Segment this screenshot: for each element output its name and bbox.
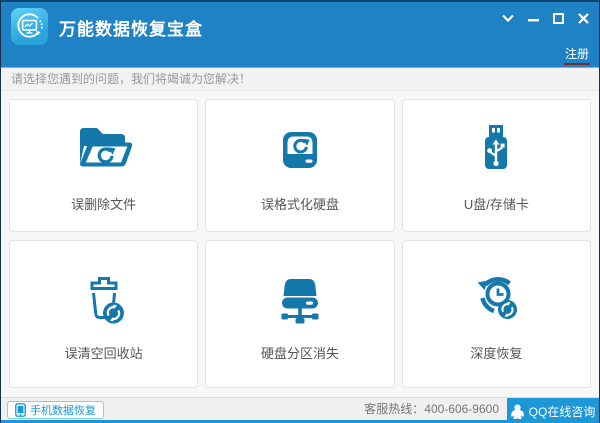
- window-controls: [500, 11, 591, 25]
- folder-recover-icon: [79, 128, 132, 167]
- notice-text: 请选择您遇到的问题，我们将竭诚为您解决！: [1, 68, 599, 91]
- footer-bar: 手机数据恢复 客服热线：400-606-9600 QQ在线咨询: [1, 397, 599, 423]
- phone-button-label: 手机数据恢复: [30, 405, 96, 417]
- close-icon[interactable]: [575, 11, 591, 25]
- page-title: 万能数据恢复宝盒: [59, 20, 203, 39]
- card-emptied-recycle-bin[interactable]: 误清空回收站: [9, 240, 199, 388]
- minimize-icon[interactable]: [525, 11, 541, 25]
- deep-recovery-icon: [477, 276, 518, 319]
- card-label: 深度恢复: [470, 345, 523, 361]
- card-deep-recovery[interactable]: 深度恢复: [401, 240, 591, 388]
- card-label: 硬盘分区消失: [260, 345, 339, 361]
- card-formatted-disk[interactable]: 误格式化硬盘: [205, 99, 395, 232]
- card-label: 误清空回收站: [64, 345, 143, 361]
- hotline-text: 客服热线：400-606-9600: [364, 402, 499, 416]
- hdd-format-icon: [282, 132, 317, 168]
- card-usb-storage[interactable]: U盘/存储卡: [401, 99, 591, 232]
- card-label: 误格式化硬盘: [260, 197, 339, 212]
- register-link[interactable]: 注册: [563, 45, 590, 65]
- card-label: 误删除文件: [71, 197, 137, 212]
- card-lost-partition[interactable]: 硬盘分区消失: [205, 240, 395, 388]
- title-bar: 万能数据恢复宝盒 注册: [1, 2, 599, 68]
- card-label: U盘/存储卡: [463, 197, 529, 212]
- phone-icon: [15, 403, 26, 417]
- usb-drive-icon: [485, 125, 508, 169]
- partition-lost-icon: [281, 278, 319, 323]
- chevron-down-icon[interactable]: [500, 11, 516, 25]
- maximize-icon[interactable]: [550, 11, 566, 25]
- qq-button-label: QQ在线咨询: [528, 404, 596, 419]
- card-deleted-files[interactable]: 误删除文件: [9, 99, 199, 232]
- problem-card-grid: 误删除文件 误格式化硬盘 U盘/存储卡 误清空回收站 硬盘分区消失 深度恢复: [1, 91, 599, 397]
- recycle-bin-recover-icon: [90, 276, 124, 323]
- app-window: 万能数据恢复宝盒 注册 请选择您遇到的问题，我们将竭诚为您解决！ 误删除文件 误…: [0, 0, 600, 423]
- phone-data-recovery-button[interactable]: 手机数据恢复: [7, 401, 104, 419]
- app-logo-icon: [11, 8, 48, 45]
- qq-penguin-icon: [510, 404, 524, 419]
